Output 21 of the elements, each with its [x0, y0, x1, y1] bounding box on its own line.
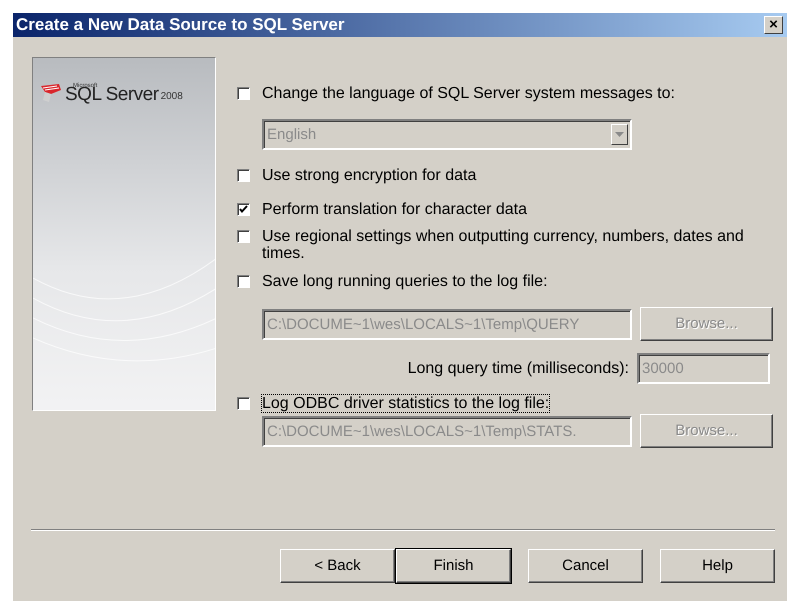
checkbox-label[interactable]: Use strong encryption for data: [262, 167, 476, 184]
checkbox-label[interactable]: Use regional settings when outputting currency, numbers, dates and times.: [262, 228, 777, 262]
checkbox-label[interactable]: Perform translation for character data: [262, 201, 528, 218]
checkbox-label[interactable]: Log ODBC driver statistics to the log file:: [262, 395, 550, 412]
logo-icon: [39, 82, 63, 104]
checkbox[interactable]: [237, 169, 250, 182]
dialog-button[interactable]: Help: [660, 549, 775, 583]
checkbox-label[interactable]: Save long running queries to the log file:: [262, 273, 548, 290]
checkbox-label[interactable]: Change the language of SQL Server system messages to:: [262, 85, 675, 102]
window-title: Create a New Data Source to SQL Server: [16, 14, 344, 36]
logo-text: 2008: [160, 90, 183, 104]
dialog-button[interactable]: Cancel: [528, 549, 643, 583]
checkbox[interactable]: [237, 87, 250, 100]
field-label: Long query time (milliseconds):: [408, 358, 629, 378]
checkbox[interactable]: [237, 397, 250, 410]
close-button[interactable]: ×: [764, 16, 783, 34]
checkbox[interactable]: [237, 275, 250, 288]
checkbox[interactable]: [237, 203, 250, 216]
dialog-button[interactable]: Finish: [396, 549, 511, 583]
checkbox[interactable]: [237, 230, 250, 243]
dialog-button[interactable]: < Back: [280, 549, 395, 583]
